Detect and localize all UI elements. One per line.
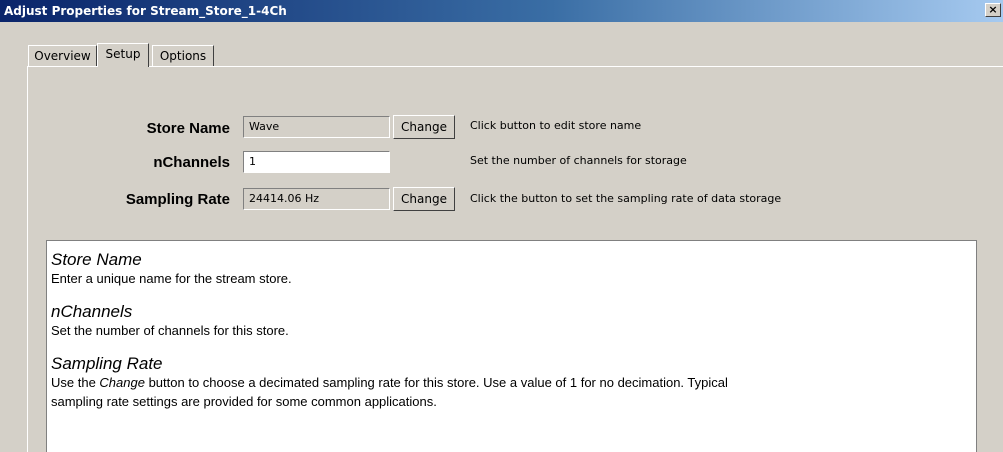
store-name-label: Store Name [146, 120, 230, 137]
help-change-emphasis: Change [99, 375, 145, 390]
help-sampling-rate-text-line2: sampling rate settings are provided for … [51, 394, 437, 409]
nchannels-input[interactable]: 1 [243, 151, 390, 173]
store-name-field: Wave [243, 116, 390, 138]
window-title: Adjust Properties for Stream_Store_1-4Ch [4, 4, 287, 18]
nchannels-hint: Set the number of channels for storage [470, 154, 687, 167]
help-sampling-rate-heading: Sampling Rate [51, 354, 163, 373]
tab-options[interactable]: Options [152, 45, 214, 66]
close-icon: × [988, 3, 998, 16]
nchannels-label: nChannels [153, 154, 230, 171]
store-name-hint: Click button to edit store name [470, 119, 642, 132]
help-store-name-text: Enter a unique name for the stream store… [51, 271, 292, 286]
store-name-change-button[interactable]: Change [393, 115, 455, 139]
help-sampling-rate-text-start: Use the [51, 375, 100, 390]
sampling-rate-change-button[interactable]: Change [393, 187, 455, 211]
help-nchannels-text: Set the number of channels for this stor… [51, 323, 289, 338]
sampling-rate-label: Sampling Rate [125, 191, 230, 208]
help-store-name-heading: Store Name [51, 250, 142, 269]
help-nchannels-heading: nChannels [51, 302, 133, 321]
help-sampling-rate-text-end: button to choose a decimated sampling ra… [144, 375, 728, 390]
sampling-rate-field: 24414.06 Hz [243, 188, 390, 210]
title-bar: Adjust Properties for Stream_Store_1-4Ch… [0, 0, 1003, 22]
close-button[interactable]: × [985, 3, 1001, 17]
sampling-rate-hint: Click the button to set the sampling rat… [470, 192, 782, 205]
help-panel: Store Name Enter a unique name for the s… [46, 240, 977, 452]
help-sampling-rate-text: Use the Change button to choose a decima… [51, 373, 976, 392]
tab-overview[interactable]: Overview [28, 45, 97, 66]
tab-setup[interactable]: Setup [97, 43, 149, 67]
